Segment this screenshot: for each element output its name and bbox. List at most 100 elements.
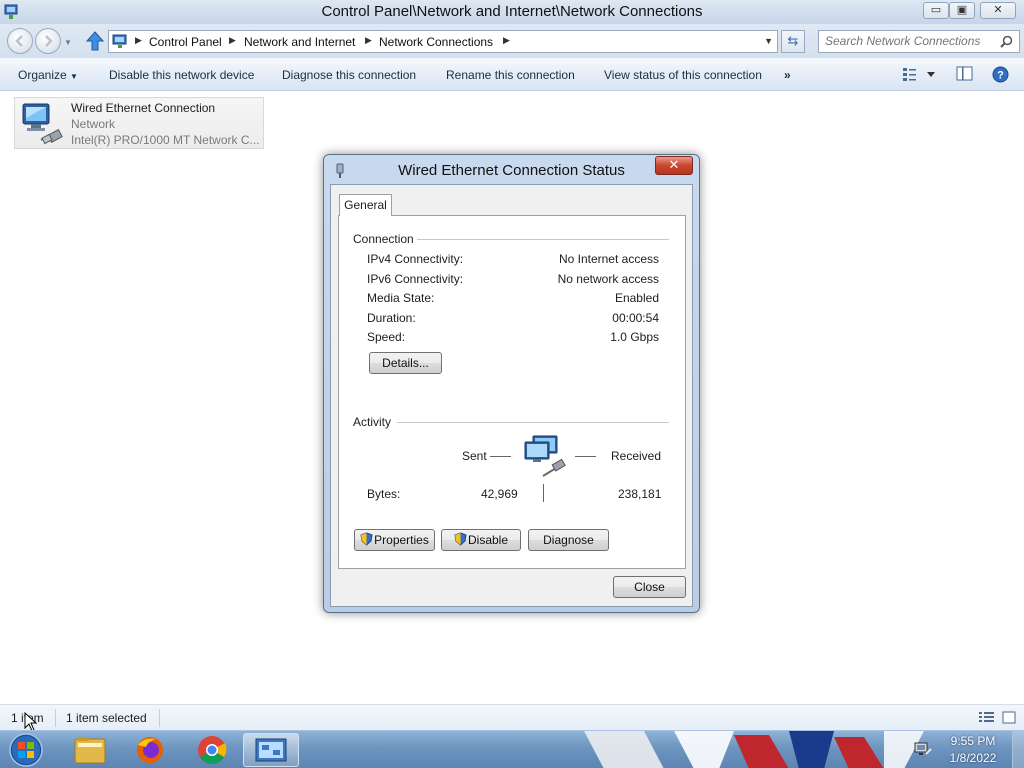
up-arrow-icon[interactable] [86, 31, 104, 51]
connection-adapter: Intel(R) PRO/1000 MT Network C... [71, 133, 260, 147]
bytes-received-value: 238,181 [618, 487, 662, 501]
dialog-title: Wired Ethernet Connection Status [398, 162, 625, 179]
navigation-bar: ▼ ▶ Control Panel ▶ Network and Internet… [0, 24, 1024, 58]
help-icon[interactable]: ? [992, 66, 1009, 83]
diagnose-dialog-button[interactable]: Diagnose [528, 529, 609, 551]
forward-icon [45, 35, 53, 47]
received-line [575, 456, 596, 457]
forward-button[interactable] [35, 28, 61, 54]
uac-shield-icon [360, 532, 373, 546]
large-icons-view-icon[interactable] [1002, 711, 1016, 724]
dialog-body: General Connection IPv4 Connectivity: No… [330, 184, 693, 607]
taskbar-network-connections[interactable] [243, 733, 299, 767]
refresh-icon: ⇆ [787, 33, 799, 48]
uac-shield-icon [454, 532, 467, 546]
minimize-button[interactable]: ▭ [923, 2, 949, 19]
clock-time[interactable]: 9:55 PM [940, 734, 1006, 748]
close-window-button[interactable]: ✕ [980, 2, 1016, 19]
taskbar-chrome[interactable] [184, 733, 240, 767]
recent-pages-dropdown[interactable]: ▼ [64, 38, 72, 47]
back-button[interactable] [7, 28, 33, 54]
mouse-cursor-icon [24, 712, 38, 732]
connection-section-label: Connection [353, 232, 414, 246]
properties-label: Properties [374, 533, 429, 547]
section-divider [417, 239, 669, 240]
view-options-icon[interactable] [902, 66, 936, 82]
bytes-label: Bytes: [367, 487, 401, 501]
connection-status-dialog: Wired Ethernet Connection Status ✕ Gener… [323, 154, 700, 613]
status-divider [55, 709, 56, 727]
chrome-icon [198, 736, 227, 764]
firefox-icon [137, 737, 163, 763]
windows-start-icon[interactable] [7, 732, 45, 768]
connection-tile-wired-ethernet[interactable]: Wired Ethernet Connection Network Intel(… [14, 97, 264, 149]
refresh-button[interactable]: ⇆ [781, 30, 805, 53]
breadcrumb-separator[interactable]: ▶ [135, 35, 142, 46]
breadcrumb-network-connections[interactable]: Network Connections [379, 35, 493, 49]
bytes-sent-value: 42,969 [481, 487, 518, 501]
breadcrumb-separator[interactable]: ▶ [229, 35, 236, 46]
location-icon [112, 34, 127, 48]
network-connections-icon [255, 738, 287, 762]
organize-menu[interactable]: Organize ▼ [18, 68, 78, 82]
ipv4-value: No Internet access [558, 252, 659, 266]
connection-network: Network [71, 117, 116, 131]
dialog-close-button[interactable]: ✕ [655, 156, 693, 175]
general-tab-panel: Connection IPv4 Connectivity: No Interne… [338, 215, 686, 569]
close-button[interactable]: Close [613, 576, 686, 598]
command-bar: Organize ▼ Disable this network device D… [0, 58, 1024, 91]
breadcrumb-control-panel[interactable]: Control Panel [149, 35, 222, 49]
address-history-dropdown[interactable]: ▼ [764, 36, 773, 46]
chevron-down-icon: ▼ [70, 72, 78, 81]
taskbar-firefox[interactable] [122, 733, 178, 767]
ipv6-label: IPv6 Connectivity: [367, 272, 464, 286]
activity-divider [543, 484, 544, 502]
disable-button[interactable]: Disable [441, 529, 521, 551]
details-view-icon[interactable] [979, 711, 994, 724]
back-icon [15, 35, 23, 47]
activity-section-label: Activity [353, 415, 392, 429]
search-box[interactable] [818, 30, 1020, 53]
duration-label: Duration: [367, 311, 416, 325]
details-button[interactable]: Details... [369, 352, 442, 374]
diagnose-button[interactable]: Diagnose this connection [282, 68, 416, 82]
media-state-label: Media State: [367, 291, 435, 305]
search-input[interactable] [825, 34, 995, 48]
address-bar[interactable]: ▶ Control Panel ▶ Network and Internet ▶… [108, 30, 778, 53]
rename-button[interactable]: Rename this connection [446, 68, 575, 82]
maximize-button[interactable]: ▣ [949, 2, 975, 19]
ipv6-value: No network access [557, 272, 659, 286]
duration-value: 00:00:54 [612, 311, 659, 325]
taskbar: 9:55 PM 1/8/2022 [0, 730, 1024, 768]
view-status-button[interactable]: View status of this connection [604, 68, 762, 82]
tab-general[interactable]: General [339, 194, 392, 216]
breadcrumb-separator[interactable]: ▶ [365, 35, 372, 46]
section-divider [397, 422, 669, 423]
network-computers-icon [524, 435, 566, 477]
disable-device-button[interactable]: Disable this network device [109, 68, 254, 82]
svg-text:?: ? [997, 70, 1004, 82]
organize-label: Organize [18, 68, 67, 82]
selected-count: 1 item selected [66, 711, 147, 725]
disable-label: Disable [467, 533, 509, 547]
speed-label: Speed: [367, 330, 406, 344]
speed-value: 1.0 Gbps [610, 330, 659, 344]
status-divider [159, 709, 160, 727]
media-state-value: Enabled [614, 291, 659, 305]
preview-pane-icon[interactable] [956, 66, 974, 82]
show-desktop-button[interactable] [1012, 731, 1024, 768]
network-tray-icon[interactable] [914, 740, 932, 758]
more-commands-button[interactable]: » [784, 68, 791, 82]
connection-name: Wired Ethernet Connection [71, 101, 216, 115]
network-adapter-icon [22, 103, 63, 145]
file-explorer-icon [74, 737, 106, 764]
breadcrumb-network-and-internet[interactable]: Network and Internet [244, 35, 355, 49]
window-title: Control Panel\Network and Internet\Netwo… [321, 3, 703, 20]
properties-button[interactable]: Properties [354, 529, 435, 551]
breadcrumb-separator[interactable]: ▶ [503, 35, 510, 46]
sent-line [490, 456, 511, 457]
ipv4-label: IPv4 Connectivity: [367, 252, 464, 266]
taskbar-file-explorer[interactable] [62, 733, 118, 767]
clock-date[interactable]: 1/8/2022 [940, 751, 1006, 765]
search-icon[interactable] [1000, 35, 1013, 48]
